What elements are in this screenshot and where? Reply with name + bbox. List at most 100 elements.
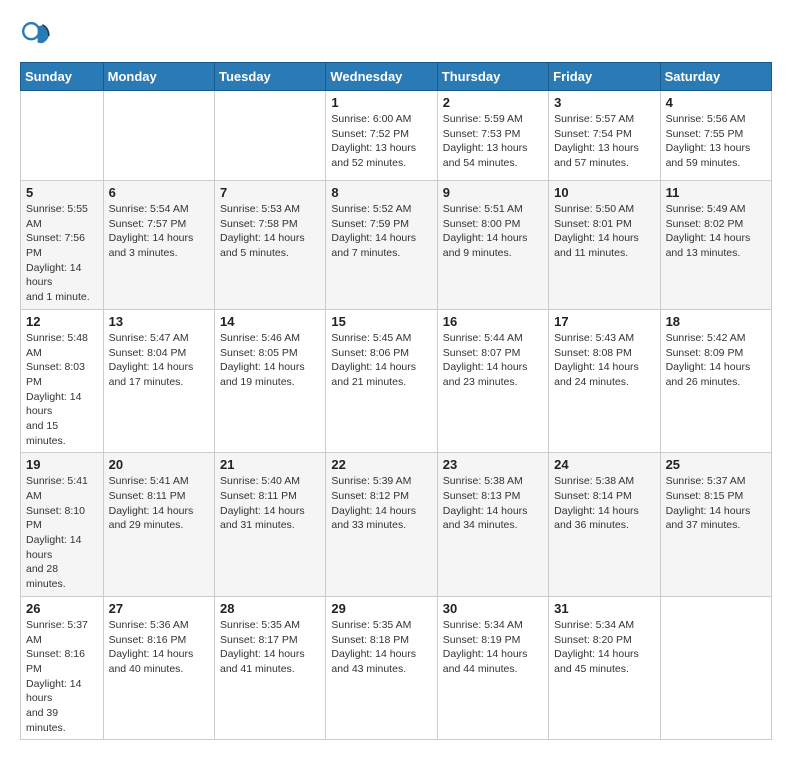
calendar-cell: 27 Sunrise: 5:36 AM Sunset: 8:16 PM Dayli… [103, 596, 214, 740]
day-number: 4 [666, 95, 766, 110]
calendar-cell: 7 Sunrise: 5:53 AM Sunset: 7:58 PM Daylig… [215, 181, 326, 310]
col-header-saturday: Saturday [660, 63, 771, 91]
day-number: 25 [666, 457, 766, 472]
calendar-cell: 1Sunrise: 6:00 AM Sunset: 7:52 PM Daylig… [326, 91, 437, 181]
calendar-cell: 16 Sunrise: 5:44 AM Sunset: 8:07 PM Dayli… [437, 309, 548, 453]
day-number: 8 [331, 185, 431, 200]
day-number: 24 [554, 457, 654, 472]
day-number: 18 [666, 314, 766, 329]
day-info: Sunrise: 5:55 AM Sunset: 7:56 PM Dayligh… [26, 202, 98, 305]
col-header-wednesday: Wednesday [326, 63, 437, 91]
calendar-cell: 20 Sunrise: 5:41 AM Sunset: 8:11 PM Dayli… [103, 453, 214, 597]
day-info: Sunrise: 5:38 AM Sunset: 8:14 PM Dayligh… [554, 474, 654, 533]
calendar-cell [103, 91, 214, 181]
col-header-friday: Friday [549, 63, 660, 91]
calendar-cell: 11 Sunrise: 5:49 AM Sunset: 8:02 PM Dayli… [660, 181, 771, 310]
day-info: Sunrise: 5:41 AM Sunset: 8:10 PM Dayligh… [26, 474, 98, 592]
day-number: 19 [26, 457, 98, 472]
day-info: Sunrise: 5:47 AM Sunset: 8:04 PM Dayligh… [109, 331, 209, 390]
day-number: 23 [443, 457, 543, 472]
day-info: Sunrise: 5:36 AM Sunset: 8:16 PM Dayligh… [109, 618, 209, 677]
day-info: Sunrise: 5:41 AM Sunset: 8:11 PM Dayligh… [109, 474, 209, 533]
day-number: 11 [666, 185, 766, 200]
day-info: Sunrise: 5:44 AM Sunset: 8:07 PM Dayligh… [443, 331, 543, 390]
calendar-cell: 18 Sunrise: 5:42 AM Sunset: 8:09 PM Dayli… [660, 309, 771, 453]
day-number: 15 [331, 314, 431, 329]
day-info: Sunrise: 5:50 AM Sunset: 8:01 PM Dayligh… [554, 202, 654, 261]
day-number: 30 [443, 601, 543, 616]
calendar-cell: 26 Sunrise: 5:37 AM Sunset: 8:16 PM Dayli… [21, 596, 104, 740]
day-info: Sunrise: 5:37 AM Sunset: 8:15 PM Dayligh… [666, 474, 766, 533]
calendar-cell: 17 Sunrise: 5:43 AM Sunset: 8:08 PM Dayli… [549, 309, 660, 453]
day-number: 12 [26, 314, 98, 329]
day-info: Sunrise: 5:35 AM Sunset: 8:18 PM Dayligh… [331, 618, 431, 677]
day-info: Sunrise: 5:39 AM Sunset: 8:12 PM Dayligh… [331, 474, 431, 533]
calendar-cell: 31Sunrise: 5:34 AM Sunset: 8:20 PM Dayli… [549, 596, 660, 740]
calendar-cell: 25 Sunrise: 5:37 AM Sunset: 8:15 PM Dayli… [660, 453, 771, 597]
logo-icon [20, 20, 52, 52]
day-info: Sunrise: 5:48 AM Sunset: 8:03 PM Dayligh… [26, 331, 98, 449]
col-header-tuesday: Tuesday [215, 63, 326, 91]
day-info: Sunrise: 5:34 AM Sunset: 8:20 PM Dayligh… [554, 618, 654, 677]
calendar-cell [660, 596, 771, 740]
day-number: 5 [26, 185, 98, 200]
day-number: 28 [220, 601, 320, 616]
calendar-cell: 4 Sunrise: 5:56 AM Sunset: 7:55 PM Daylig… [660, 91, 771, 181]
day-info: Sunrise: 5:49 AM Sunset: 8:02 PM Dayligh… [666, 202, 766, 261]
day-number: 17 [554, 314, 654, 329]
calendar-cell: 9 Sunrise: 5:51 AM Sunset: 8:00 PM Daylig… [437, 181, 548, 310]
day-number: 20 [109, 457, 209, 472]
day-info: Sunrise: 5:38 AM Sunset: 8:13 PM Dayligh… [443, 474, 543, 533]
day-info: Sunrise: 5:53 AM Sunset: 7:58 PM Dayligh… [220, 202, 320, 261]
day-info: Sunrise: 5:46 AM Sunset: 8:05 PM Dayligh… [220, 331, 320, 390]
day-info: Sunrise: 5:43 AM Sunset: 8:08 PM Dayligh… [554, 331, 654, 390]
day-number: 6 [109, 185, 209, 200]
day-number: 29 [331, 601, 431, 616]
calendar-cell: 28 Sunrise: 5:35 AM Sunset: 8:17 PM Dayli… [215, 596, 326, 740]
col-header-sunday: Sunday [21, 63, 104, 91]
calendar-cell: 24 Sunrise: 5:38 AM Sunset: 8:14 PM Dayli… [549, 453, 660, 597]
day-number: 22 [331, 457, 431, 472]
calendar-cell [21, 91, 104, 181]
calendar-cell: 14Sunrise: 5:46 AM Sunset: 8:05 PM Dayli… [215, 309, 326, 453]
day-info: Sunrise: 6:00 AM Sunset: 7:52 PM Dayligh… [331, 112, 431, 171]
day-number: 9 [443, 185, 543, 200]
calendar-cell: 10 Sunrise: 5:50 AM Sunset: 8:01 PM Dayli… [549, 181, 660, 310]
day-number: 3 [554, 95, 654, 110]
logo [20, 20, 58, 52]
day-info: Sunrise: 5:35 AM Sunset: 8:17 PM Dayligh… [220, 618, 320, 677]
calendar-cell: 29 Sunrise: 5:35 AM Sunset: 8:18 PM Dayli… [326, 596, 437, 740]
calendar-cell: 23 Sunrise: 5:38 AM Sunset: 8:13 PM Dayli… [437, 453, 548, 597]
day-number: 13 [109, 314, 209, 329]
calendar-cell: 30 Sunrise: 5:34 AM Sunset: 8:19 PM Dayli… [437, 596, 548, 740]
page-header [20, 20, 772, 52]
day-info: Sunrise: 5:34 AM Sunset: 8:19 PM Dayligh… [443, 618, 543, 677]
day-number: 10 [554, 185, 654, 200]
col-header-thursday: Thursday [437, 63, 548, 91]
day-info: Sunrise: 5:51 AM Sunset: 8:00 PM Dayligh… [443, 202, 543, 261]
day-info: Sunrise: 5:54 AM Sunset: 7:57 PM Dayligh… [109, 202, 209, 261]
day-info: Sunrise: 5:52 AM Sunset: 7:59 PM Dayligh… [331, 202, 431, 261]
calendar-cell: 19 Sunrise: 5:41 AM Sunset: 8:10 PM Dayli… [21, 453, 104, 597]
day-number: 2 [443, 95, 543, 110]
day-number: 21 [220, 457, 320, 472]
calendar-cell: 3Sunrise: 5:57 AM Sunset: 7:54 PM Daylig… [549, 91, 660, 181]
day-info: Sunrise: 5:42 AM Sunset: 8:09 PM Dayligh… [666, 331, 766, 390]
calendar-cell: 22 Sunrise: 5:39 AM Sunset: 8:12 PM Dayli… [326, 453, 437, 597]
day-info: Sunrise: 5:56 AM Sunset: 7:55 PM Dayligh… [666, 112, 766, 171]
calendar-cell: 13 Sunrise: 5:47 AM Sunset: 8:04 PM Dayli… [103, 309, 214, 453]
calendar-cell: 2 Sunrise: 5:59 AM Sunset: 7:53 PM Daylig… [437, 91, 548, 181]
calendar-cell: 15 Sunrise: 5:45 AM Sunset: 8:06 PM Dayli… [326, 309, 437, 453]
day-number: 7 [220, 185, 320, 200]
day-info: Sunrise: 5:40 AM Sunset: 8:11 PM Dayligh… [220, 474, 320, 533]
day-info: Sunrise: 5:45 AM Sunset: 8:06 PM Dayligh… [331, 331, 431, 390]
calendar-cell [215, 91, 326, 181]
col-header-monday: Monday [103, 63, 214, 91]
calendar-cell: 5 Sunrise: 5:55 AM Sunset: 7:56 PM Daylig… [21, 181, 104, 310]
day-number: 27 [109, 601, 209, 616]
day-info: Sunrise: 5:37 AM Sunset: 8:16 PM Dayligh… [26, 618, 98, 736]
day-number: 16 [443, 314, 543, 329]
day-info: Sunrise: 5:59 AM Sunset: 7:53 PM Dayligh… [443, 112, 543, 171]
day-number: 26 [26, 601, 98, 616]
calendar-cell: 8 Sunrise: 5:52 AM Sunset: 7:59 PM Daylig… [326, 181, 437, 310]
